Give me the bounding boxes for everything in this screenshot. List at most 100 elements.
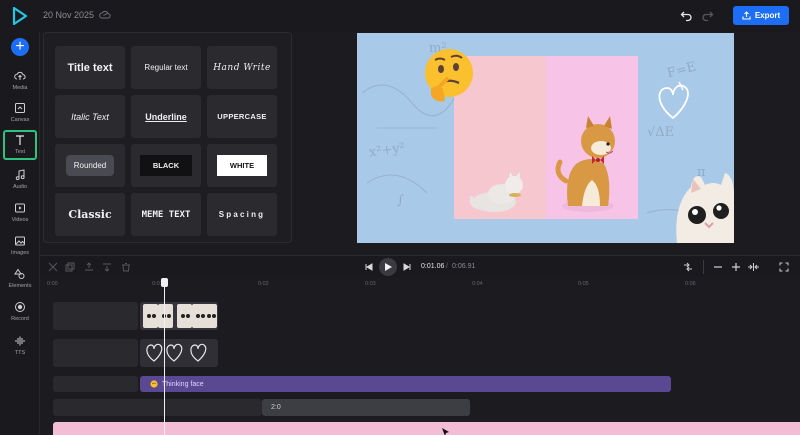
sidebar-item-canvas[interactable]: Canvas (2, 99, 38, 129)
music-note-icon (15, 169, 25, 181)
cat-thumbnails (143, 304, 217, 328)
export-label: Export (754, 11, 781, 20)
sidebar-item-audio[interactable]: Audio (2, 166, 38, 196)
text-style-rounded[interactable]: Rounded (55, 144, 125, 187)
text-style-label: Classic (68, 208, 112, 221)
playhead[interactable] (164, 280, 165, 435)
dog-illustration (555, 116, 615, 212)
text-style-underline[interactable]: Underline (131, 95, 201, 138)
top-bar: 20 Nov 2025 Export (0, 0, 800, 32)
undo-icon[interactable] (680, 9, 693, 22)
ruler-tick: 0:03 (365, 281, 376, 287)
time-separator: / (446, 263, 448, 270)
total-time: 0:06.91 (452, 263, 476, 270)
sidebar-item-label: Images (10, 250, 30, 256)
heart-clip[interactable] (140, 339, 218, 367)
sidebar-item-label: Videos (11, 217, 29, 223)
text-style-label: Spacing (218, 210, 266, 219)
cloud-sync-icon (99, 10, 111, 19)
text-style-handwrite[interactable]: Hand Write (207, 46, 277, 89)
video-icon (15, 203, 25, 213)
cloud-upload-icon (14, 71, 26, 80)
text-style-classic[interactable]: Classic (55, 193, 125, 236)
ruler-tick: 0:02 (258, 281, 269, 287)
thinking-face-icon (150, 380, 158, 388)
text-style-black[interactable]: BLACK (131, 144, 201, 187)
sidebar-item-elements[interactable]: Elements (2, 265, 38, 295)
split-icon[interactable] (48, 262, 58, 272)
cat-meme-sticker[interactable] (671, 165, 734, 243)
text-style-label: Title text (67, 61, 113, 74)
zoom-in-icon[interactable] (731, 262, 741, 272)
sidebar-item-record[interactable]: Record (2, 298, 38, 328)
text-style-label: MEME TEXT (141, 209, 191, 220)
heart-doodle (658, 81, 689, 120)
ruler-tick: 0:05 (578, 281, 589, 287)
cat-video-clip[interactable] (140, 302, 218, 330)
skip-back-icon[interactable] (365, 263, 373, 271)
thinking-face-clip[interactable]: Thinking face (140, 376, 671, 392)
zoom-out-icon[interactable] (713, 262, 723, 272)
add-button[interactable]: + (11, 38, 29, 56)
sidebar-item-videos[interactable]: Videos (2, 199, 38, 229)
text-style-meme[interactable]: MEME TEXT (131, 193, 201, 236)
timeline-toolbar: 0:01.06 / 0:06.91 (40, 255, 800, 277)
fullscreen-icon[interactable] (779, 262, 789, 272)
text-clip[interactable]: 2:0 (262, 399, 470, 416)
text-styles-panel: Title text Regular text Hand Write Itali… (43, 32, 292, 243)
track-lane (53, 339, 138, 367)
left-sidebar: + Media Canvas Text Audio Videos Images (0, 32, 40, 435)
ruler-tick: 0:04 (472, 281, 483, 287)
sidebar-item-text[interactable]: Text (3, 130, 37, 160)
text-style-label: Underline (145, 111, 187, 122)
background-clip[interactable] (53, 422, 800, 435)
text-style-label: Rounded (65, 155, 115, 176)
export-button[interactable]: Export (733, 6, 789, 25)
text-style-title[interactable]: Title text (55, 46, 125, 89)
text-style-label: UPPERCASE (217, 112, 267, 121)
expand-horizontal-icon[interactable] (747, 262, 760, 272)
thinking-face-emoji[interactable] (421, 45, 481, 105)
shiba-dog-photo[interactable] (546, 56, 638, 219)
text-style-italic[interactable]: Italic Text (55, 95, 125, 138)
canvas-preview[interactable]: m² F=E √ΔE x²+y² ∫ π (357, 33, 734, 243)
app-logo-icon[interactable] (12, 7, 28, 25)
move-up-icon[interactable] (84, 262, 94, 272)
project-date: 20 Nov 2025 (43, 10, 95, 20)
clip-label: 2:0 (271, 404, 281, 411)
move-down-icon[interactable] (102, 262, 112, 272)
heart-thumbnails (146, 343, 207, 362)
current-time: 0:01.06 (421, 263, 445, 270)
text-style-regular[interactable]: Regular text (131, 46, 201, 89)
sidebar-item-media[interactable]: Media (2, 67, 38, 97)
play-button[interactable] (379, 258, 397, 276)
cursor-icon (442, 428, 449, 435)
sidebar-item-tts[interactable]: TTS (2, 332, 38, 362)
export-icon (742, 11, 751, 20)
timeline-tracks: Thinking face 2:0 (40, 291, 800, 435)
ruler-tick: 0:06 (685, 281, 696, 287)
text-style-uppercase[interactable]: UPPERCASE (207, 95, 277, 138)
waveform-icon (15, 336, 25, 346)
trash-icon[interactable] (121, 262, 131, 272)
play-icon (385, 263, 392, 271)
sidebar-item-label: Elements (8, 283, 32, 289)
skip-forward-icon[interactable] (403, 263, 411, 271)
playhead-handle[interactable] (161, 278, 168, 287)
timeline-ruler[interactable]: 0:00 0:01 0:02 0:03 0:04 0:05 0:06 (40, 277, 800, 291)
text-style-spacing[interactable]: Spacing (207, 193, 277, 236)
canvas-icon (15, 103, 25, 113)
text-icon (16, 135, 24, 145)
track-lane (53, 399, 262, 416)
sidebar-item-label: Record (11, 316, 29, 322)
duplicate-icon[interactable] (65, 262, 75, 272)
redo-icon[interactable] (701, 9, 714, 22)
sidebar-item-images[interactable]: Images (2, 232, 38, 262)
text-style-white[interactable]: WHITE (207, 144, 277, 187)
fit-timeline-icon[interactable] (683, 262, 693, 272)
text-style-label: BLACK (139, 155, 193, 176)
track-lane (53, 376, 138, 392)
sidebar-item-label: Media (12, 85, 28, 91)
shapes-icon (14, 268, 25, 279)
track-lane (53, 302, 138, 330)
